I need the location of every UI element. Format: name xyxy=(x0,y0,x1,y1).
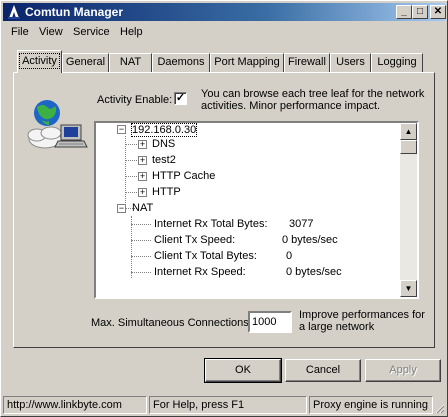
max-connections-label: Max. Simultaneous Connections: xyxy=(91,317,252,329)
nat-stat-value: 3077 xyxy=(289,218,314,230)
nat-stat-row[interactable]: Client Tx Speed: xyxy=(154,234,235,246)
menu-view[interactable]: View xyxy=(39,26,63,38)
size-grip-icon[interactable] xyxy=(433,402,445,414)
ok-button[interactable]: OK xyxy=(204,358,282,383)
title-bar[interactable]: Comtun Manager _ □ ✕ xyxy=(3,3,446,21)
nat-stat-label: Client Tx Total Bytes: xyxy=(154,250,257,262)
tree-node-http-cache[interactable]: HTTP Cache xyxy=(152,170,215,182)
max-connections-input[interactable] xyxy=(248,311,292,333)
tab-activity[interactable]: Activity xyxy=(17,50,62,73)
tab-port-mapping[interactable]: Port Mapping xyxy=(210,53,284,72)
tab-general[interactable]: General xyxy=(62,53,109,72)
activity-hint-text: You can browse each tree leaf for the ne… xyxy=(201,88,425,112)
network-computer-icon xyxy=(27,100,88,149)
nat-stat-row[interactable]: Client Tx Total Bytes: xyxy=(154,250,257,262)
close-button[interactable]: ✕ xyxy=(430,5,446,19)
nat-stat-row[interactable]: Internet Rx Total Bytes: xyxy=(154,218,268,230)
status-engine: Proxy engine is running xyxy=(309,396,433,414)
cancel-button[interactable]: Cancel xyxy=(285,359,361,382)
nat-stat-value: 0 bytes/sec xyxy=(282,234,338,246)
check-mark-icon: ✓ xyxy=(175,92,186,104)
maximize-button[interactable]: □ xyxy=(412,5,428,19)
nat-stat-label: Internet Rx Speed: xyxy=(154,266,246,278)
tab-users[interactable]: Users xyxy=(330,53,371,72)
collapse-root-icon[interactable]: − xyxy=(117,125,126,134)
window-title: Comtun Manager xyxy=(25,5,124,19)
max-connections-hint: Improve performances for a large network xyxy=(299,309,425,333)
tab-firewall[interactable]: Firewall xyxy=(284,53,330,72)
nat-stat-value: 0 xyxy=(286,250,293,262)
menu-service[interactable]: Service xyxy=(73,26,110,38)
activity-enable-checkbox[interactable]: ✓ xyxy=(174,92,187,105)
tab-daemons[interactable]: Daemons xyxy=(152,53,210,72)
nat-stat-value: 0 bytes/sec xyxy=(286,266,342,278)
tree-node-dns[interactable]: DNS xyxy=(152,138,175,150)
expand-dns-icon[interactable]: + xyxy=(138,140,147,149)
tab-nat[interactable]: NAT xyxy=(109,53,152,72)
menu-file[interactable]: File xyxy=(11,26,29,38)
tree-node-nat[interactable]: NAT xyxy=(132,202,153,214)
tab-logging[interactable]: Logging xyxy=(371,53,423,72)
minimize-button[interactable]: _ xyxy=(396,5,412,19)
apply-button[interactable]: Apply xyxy=(365,359,441,382)
activity-enable-label: Activity Enable: xyxy=(97,94,173,106)
collapse-nat-icon[interactable]: − xyxy=(117,204,126,213)
status-bar: http://www.linkbyte.com For Help, press … xyxy=(3,396,445,414)
expand-http-icon[interactable]: + xyxy=(138,188,147,197)
nat-stat-row[interactable]: Internet Rx Speed: xyxy=(154,266,246,278)
tree-vertical-scrollbar[interactable]: ▲ ▼ xyxy=(400,123,417,297)
menu-help[interactable]: Help xyxy=(120,26,143,38)
activity-tree[interactable]: − 192.168.0.30 + DNS + test2 + HTTP Cach… xyxy=(94,121,419,299)
tree-node-root[interactable]: 192.168.0.30 xyxy=(130,123,198,137)
menu-bar: File View Service Help xyxy=(3,23,445,41)
app-icon xyxy=(8,5,20,19)
expand-http-cache-icon[interactable]: + xyxy=(138,172,147,181)
expand-test2-icon[interactable]: + xyxy=(138,156,147,165)
tree-content: − 192.168.0.30 + DNS + test2 + HTTP Cach… xyxy=(96,123,401,297)
nat-stat-label: Internet Rx Total Bytes: xyxy=(154,218,268,230)
status-help: For Help, press F1 xyxy=(149,396,307,414)
main-window: Comtun Manager _ □ ✕ File View Service H… xyxy=(0,0,448,417)
scroll-up-icon[interactable]: ▲ xyxy=(400,123,417,140)
scroll-thumb[interactable] xyxy=(400,140,417,154)
tree-node-http[interactable]: HTTP xyxy=(152,186,181,198)
status-url: http://www.linkbyte.com xyxy=(3,396,147,414)
scroll-down-icon[interactable]: ▼ xyxy=(400,280,417,297)
nat-stat-label: Client Tx Speed: xyxy=(154,234,236,246)
tree-node-test2[interactable]: test2 xyxy=(152,154,176,166)
